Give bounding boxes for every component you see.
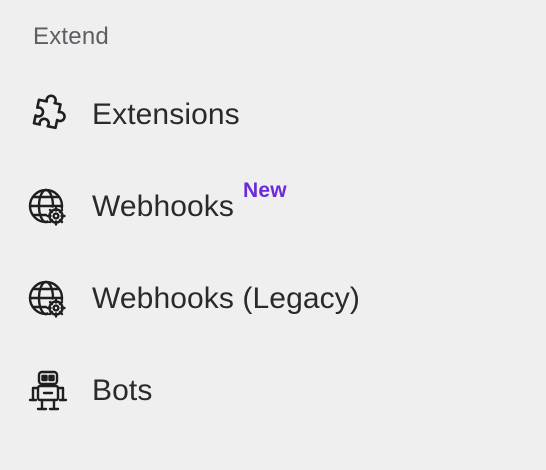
nav-item-extensions[interactable]: Extensions xyxy=(26,87,526,143)
extend-section: Extend Extensions Webhooks New Webhooks … xyxy=(0,0,546,470)
globe-gear-icon xyxy=(26,277,70,321)
puzzle-icon xyxy=(26,93,70,137)
nav-item-webhooks[interactable]: Webhooks New xyxy=(26,179,526,235)
nav-item-label: Extensions xyxy=(92,98,240,131)
new-badge: New xyxy=(243,179,287,202)
section-title: Extend xyxy=(33,23,109,50)
nav-item-label: Bots xyxy=(92,374,153,407)
globe-gear-icon xyxy=(26,185,70,229)
robot-icon xyxy=(26,369,70,413)
nav-item-label: Webhooks (Legacy) xyxy=(92,282,360,315)
nav-item-label: Webhooks xyxy=(92,190,234,223)
nav-item-bots[interactable]: Bots xyxy=(26,363,526,419)
nav-item-webhooks-legacy[interactable]: Webhooks (Legacy) xyxy=(26,271,526,327)
